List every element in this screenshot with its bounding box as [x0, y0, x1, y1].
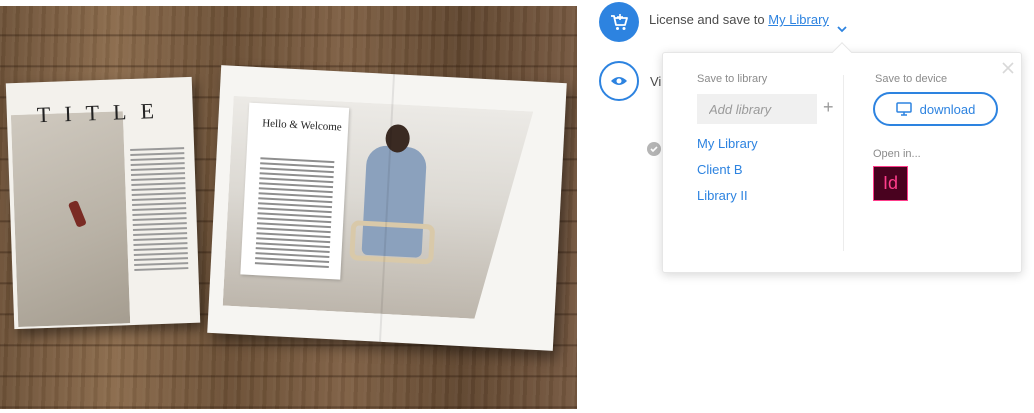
license-text: License and save to My Library: [649, 12, 829, 27]
spread-text-card: Hello & Welcome: [240, 102, 350, 280]
library-item-my-library[interactable]: My Library: [697, 136, 758, 151]
spread-chair: [349, 220, 436, 265]
eye-icon: [611, 77, 627, 85]
close-icon[interactable]: [1001, 61, 1015, 75]
chevron-down-icon[interactable]: [835, 22, 849, 36]
preview-eye-button[interactable]: [599, 61, 639, 101]
save-to-device-label: Save to device: [875, 73, 948, 85]
popover-arrow: [832, 42, 852, 62]
cover-photo: [11, 111, 130, 327]
add-library-button[interactable]: +: [823, 97, 834, 117]
cover-text-lines: [130, 147, 189, 274]
license-cart-button[interactable]: [599, 2, 639, 42]
save-popover: Save to library + My Library Client B Li…: [662, 42, 1022, 273]
cover-title: TITLE: [36, 97, 169, 128]
library-item-client-b[interactable]: Client B: [697, 162, 743, 177]
monitor-icon: [895, 102, 912, 116]
open-in-label: Open in...: [873, 148, 921, 160]
library-item-library-ii[interactable]: Library II: [697, 188, 748, 203]
indesign-icon-label: Id: [882, 173, 898, 193]
download-label: download: [919, 101, 976, 117]
check-icon: [647, 142, 661, 156]
popover-divider: [843, 75, 844, 251]
license-library-link[interactable]: My Library: [768, 12, 829, 27]
download-button[interactable]: download: [873, 92, 998, 126]
spread-heading: Hello & Welcome: [261, 117, 343, 134]
indesign-app-button[interactable]: Id: [873, 166, 908, 201]
save-to-library-label: Save to library: [697, 73, 768, 85]
magazine-spread: Hello & Welcome: [207, 65, 567, 351]
view-label: Vi: [650, 74, 662, 89]
magazine-cover: TITLE: [5, 76, 201, 330]
license-label: License and save to: [649, 12, 769, 27]
stock-preview-image: TITLE Hello & Welcome: [0, 6, 577, 409]
spread-body-lines: [254, 157, 335, 271]
cart-icon: [611, 14, 628, 30]
add-library-input[interactable]: [697, 94, 817, 124]
